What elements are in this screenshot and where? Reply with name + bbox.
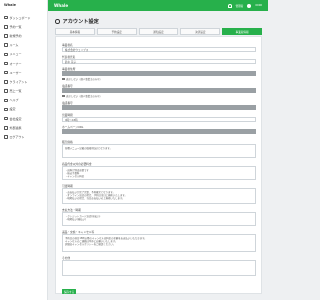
cancel-textarea[interactable]: 予約日の前日18時以降のキャンセルは料金の全額をお支払いいただきます。 キャンセ…: [62, 234, 256, 252]
account-icon: [55, 19, 60, 24]
sidebar-nav: ダッシュボード 予約一覧 新規予約 ルーム メニュー オーナー ユーザー クライ…: [0, 13, 47, 142]
checkbox-icon: [62, 94, 65, 98]
phone-hide-checkbox[interactable]: 表示しない（個人事業主のみ可）: [62, 94, 102, 98]
price-textarea[interactable]: 各種メニュー記載の価格(税込)となります。: [62, 144, 256, 158]
textarea-line: ・現地払い(後払い): [65, 218, 86, 222]
extra-fee-textarea[interactable]: ・送料が別途必要です ・振込手数料 ・キャンセル料金: [62, 166, 256, 180]
sidebar-item-label: ダッシュボード: [9, 15, 31, 20]
client-icon: [4, 80, 8, 84]
sidebar-item-label: ルーム: [9, 43, 19, 48]
sidebar-item-label: ログアウト: [9, 135, 25, 140]
textarea-line: ・現地払いの場合、当日お支払いの上施術いたします。: [65, 197, 125, 201]
sidebar-item-label: 売上一覧: [9, 89, 22, 94]
chart-icon: [4, 89, 8, 93]
textarea-line: 各種メニュー記載の価格(税込)となります。: [65, 147, 112, 150]
business-info-card: 事業者名 株式会社ウェイブス 代表者氏名 鈴木 花子 事業者住所 表示しない（個…: [55, 36, 262, 294]
sidebar-item-reservations[interactable]: 予約一覧: [0, 22, 47, 31]
sidebar-item-owner[interactable]: オーナー: [0, 59, 47, 68]
save-button[interactable]: 保存する: [62, 289, 76, 294]
owner-icon: [4, 61, 8, 66]
page-title-text: アカウント設定: [62, 19, 99, 25]
sidebar-item-settings[interactable]: 設定: [0, 105, 47, 114]
sidebar: Whale ダッシュボード 予約一覧 新規予約 ルーム メニュー オーナー ユー…: [0, 0, 48, 300]
checkbox-label: 表示しない（個人事業主のみ可）: [66, 78, 102, 81]
sidebar-brand: Whale: [4, 3, 16, 7]
tab-notification[interactable]: 通知設定: [138, 28, 179, 35]
tab-payment[interactable]: 決済設定: [180, 28, 221, 35]
sidebar-item-label: ユーザー: [9, 70, 22, 75]
tab-reservation[interactable]: 予約設定: [96, 28, 137, 35]
textarea-line: ・キャンセル料金: [65, 175, 85, 179]
sidebar-item-new-reservation[interactable]: 新規予約: [0, 31, 47, 40]
user-icon: [4, 70, 8, 75]
sidebar-item-dashboard[interactable]: ダッシュボード: [0, 13, 47, 22]
shop-code: 0000: [255, 4, 262, 7]
sidebar-item-label: オーナー: [9, 61, 22, 66]
phone-masked[interactable]: [62, 88, 256, 93]
user-name[interactable]: 管理者: [236, 4, 244, 8]
calendar-icon: [4, 25, 8, 29]
tab-business-info[interactable]: 事業者情報: [222, 28, 262, 35]
plus-icon: [4, 34, 8, 38]
company-input[interactable]: 株式会社ウェイブス: [62, 47, 256, 52]
textarea-line: 詳細はキャンセルポリシーをご確認ください。: [65, 243, 116, 247]
sidebar-item-integrations[interactable]: 外部連携: [0, 123, 47, 132]
room-icon: [4, 43, 8, 47]
sidebar-item-label: クライアント: [9, 79, 28, 84]
top-header: Whale 管理者 0000: [48, 0, 268, 11]
checkbox-icon: [62, 77, 65, 81]
sidebar-item-logout[interactable]: ログアウト: [0, 132, 47, 141]
payment-textarea[interactable]: ・クレジットカード決済(前払い) ・現地払い(後払い): [62, 212, 256, 226]
sidebar-item-menu[interactable]: メニュー: [0, 50, 47, 59]
app-root: Whale ダッシュボード 予約一覧 新規予約 ルーム メニュー オーナー ユー…: [0, 0, 268, 300]
help-icon: [4, 98, 8, 103]
sidebar-item-label: 予約一覧: [9, 24, 22, 29]
sidebar-item-client[interactable]: クライアント: [0, 77, 47, 86]
sidebar-item-label: 設定: [9, 107, 16, 112]
header-logo[interactable]: Whale: [54, 3, 68, 8]
sidebar-item-label: 会社設定: [9, 116, 22, 121]
sidebar-item-label: メニュー: [9, 52, 22, 57]
tab-basic[interactable]: 基本情報: [55, 28, 95, 35]
main-content: アカウント設定 基本情報 予約設定 通知設定 決済設定 事業者情報 事業者名 株…: [48, 11, 268, 300]
representative-input[interactable]: 鈴木 花子: [62, 59, 256, 64]
menu-icon: [4, 52, 8, 57]
checkbox-label: 表示しない（個人事業主のみ可）: [66, 95, 102, 98]
header-right: 管理者 0000: [227, 3, 262, 8]
delivery-textarea[interactable]: ・お支払いが完了次第、予約確定となります。 ・オンライン決済の場合、予約日当日に…: [62, 188, 256, 204]
sidebar-item-user[interactable]: ユーザー: [0, 68, 47, 77]
address-masked[interactable]: [62, 71, 256, 76]
avatar[interactable]: [247, 3, 252, 8]
sidebar-item-label: 外部連携: [9, 125, 22, 130]
sidebar-item-company[interactable]: 会社設定: [0, 114, 47, 123]
bell-icon[interactable]: [227, 3, 232, 8]
logout-icon: [4, 135, 8, 139]
address-hide-checkbox[interactable]: 表示しない（個人事業主のみ可）: [62, 77, 102, 81]
company-icon: [4, 116, 8, 121]
sidebar-item-label: ヘルプ: [9, 98, 19, 103]
page-title: アカウント設定: [55, 18, 99, 25]
tabs: 基本情報 予約設定 通知設定 決済設定 事業者情報: [55, 28, 262, 35]
link-icon: [4, 126, 8, 130]
note-textarea[interactable]: [62, 260, 256, 276]
sidebar-item-help[interactable]: ヘルプ: [0, 96, 47, 105]
email-masked[interactable]: [62, 105, 256, 110]
dashboard-icon: [4, 15, 8, 20]
business-hours-input[interactable]: 9時〜18時: [62, 117, 256, 122]
settings-icon: [4, 107, 8, 112]
sidebar-item-label: 新規予約: [9, 33, 22, 38]
homepage-masked[interactable]: [62, 129, 256, 134]
sidebar-item-room[interactable]: ルーム: [0, 41, 47, 50]
sidebar-item-sales[interactable]: 売上一覧: [0, 87, 47, 96]
